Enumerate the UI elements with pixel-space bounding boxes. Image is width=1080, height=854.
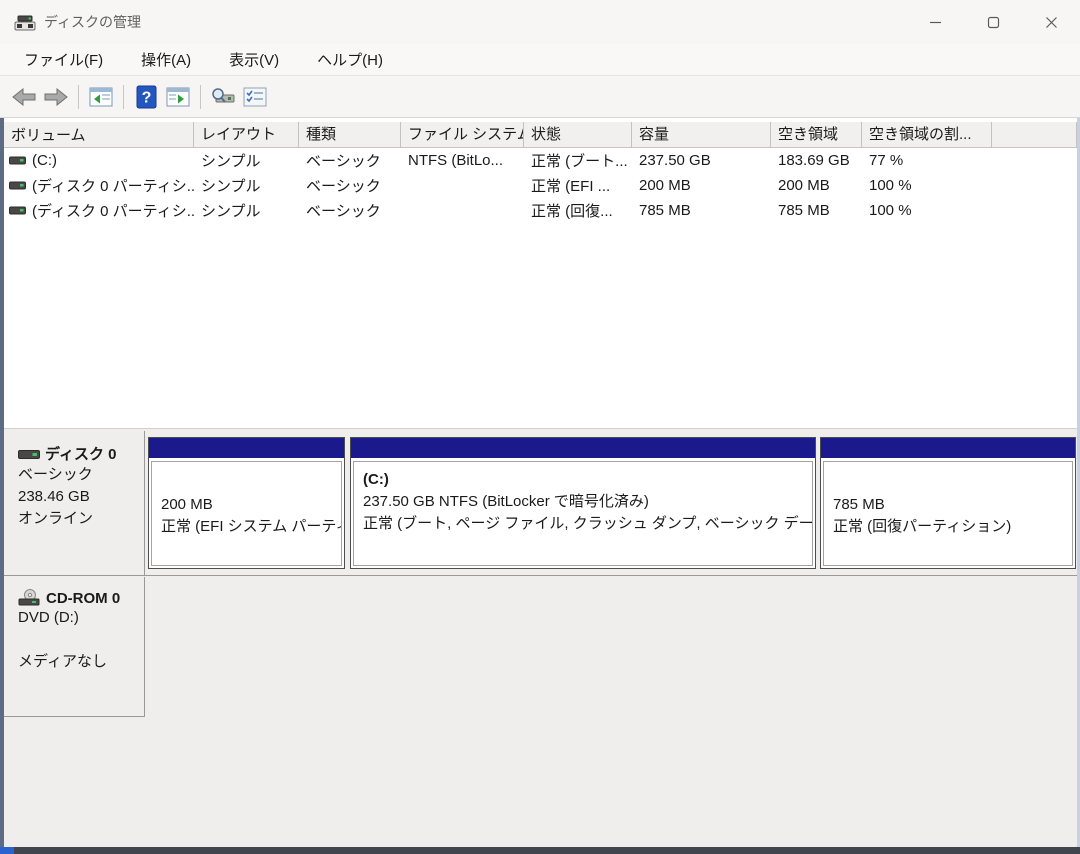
- table-row-volume-recovery[interactable]: (ディスク 0 パーティシ... シンプル ベーシック 正常 (回復... 78…: [4, 198, 1077, 223]
- capacity-cell: 785 MB: [639, 202, 691, 219]
- disk0-size: 238.46 GB: [18, 488, 90, 505]
- capacity-cell: 237.50 GB: [639, 152, 711, 169]
- action-pane-window-icon[interactable]: [162, 82, 194, 112]
- partition-efi-header: [149, 438, 344, 458]
- partition-recovery[interactable]: 785 MB 正常 (回復パーティション): [820, 437, 1076, 569]
- status-cell: 正常 (EFI ...: [531, 178, 611, 195]
- capacity-cell: 200 MB: [639, 177, 691, 194]
- table-row-volume-efi[interactable]: (ディスク 0 パーティシ... シンプル ベーシック 正常 (EFI ... …: [4, 173, 1077, 198]
- column-header-filesystem[interactable]: ファイル システム: [401, 122, 524, 148]
- column-header-free-percent[interactable]: 空き領域の割...: [862, 122, 992, 148]
- partition-efi[interactable]: 200 MB 正常 (EFI システム パーティシ: [148, 437, 345, 569]
- volume-rows: (C:) シンプル ベーシック NTFS (BitLo... 正常 (ブート..…: [4, 148, 1077, 428]
- partition-efi-body: 200 MB 正常 (EFI システム パーティシ: [151, 461, 342, 566]
- help-icon[interactable]: ?: [130, 82, 162, 112]
- column-header-filler: [992, 122, 1077, 148]
- cdrom-label-panel[interactable]: CD-ROM 0 DVD (D:) メディアなし: [4, 577, 145, 717]
- toolbar-separator: [78, 85, 79, 109]
- layout-cell: シンプル: [201, 203, 261, 220]
- disk-management-app-icon: [14, 15, 36, 31]
- layout-cell: シンプル: [201, 153, 261, 170]
- partition-size: 785 MB: [833, 496, 885, 513]
- window-title: ディスクの管理: [44, 14, 142, 30]
- hard-disk-icon: [18, 449, 40, 459]
- volume-name-cell: (ディスク 0 パーティシ...: [4, 175, 194, 196]
- volume-list-pane: ボリューム レイアウト 種類 ファイル システム 状態 容量 空き領域 空き領域…: [4, 118, 1077, 428]
- type-cell: ベーシック: [306, 203, 381, 220]
- menu-action[interactable]: 操作(A): [129, 45, 203, 74]
- minimize-button[interactable]: [906, 0, 964, 44]
- partition-size: 237.50 GB NTFS (BitLocker で暗号化済み): [363, 493, 649, 510]
- partition-c-body: (C:) 237.50 GB NTFS (BitLocker で暗号化済み) 正…: [353, 461, 813, 566]
- type-cell: ベーシック: [306, 178, 381, 195]
- partition-c-header: [351, 438, 815, 458]
- disk0-type: ベーシック: [18, 466, 93, 483]
- menu-view[interactable]: 表示(V): [217, 45, 291, 74]
- disk-management-window: ディスクの管理 ファイル(F) 操作(A) 表示(V) ヘルプ(H) ? ボリュ…: [0, 0, 1080, 854]
- disk0-status: オンライン: [18, 510, 94, 527]
- properties-list-icon[interactable]: [239, 82, 271, 112]
- cdrom-drive: DVD (D:): [18, 609, 79, 626]
- free-space-cell: 785 MB: [778, 202, 830, 219]
- cdrom-name: CD-ROM 0: [46, 589, 121, 607]
- type-cell: ベーシック: [306, 153, 381, 170]
- disk0-row: ディスク 0 ベーシック 238.46 GB オンライン 200 MB 正常 (…: [4, 431, 1077, 576]
- console-tree-window-icon[interactable]: [85, 82, 117, 112]
- graphical-view-pane: ディスク 0 ベーシック 238.46 GB オンライン 200 MB 正常 (…: [4, 428, 1077, 788]
- menu-help[interactable]: ヘルプ(H): [305, 45, 395, 74]
- svg-text:?: ?: [141, 90, 151, 107]
- cdrom-row: CD-ROM 0 DVD (D:) メディアなし: [4, 577, 1077, 717]
- volume-list-header: ボリューム レイアウト 種類 ファイル システム 状態 容量 空き領域 空き領域…: [4, 122, 1077, 148]
- back-arrow-icon[interactable]: [8, 82, 40, 112]
- title-bar: ディスクの管理: [0, 0, 1080, 44]
- layout-cell: シンプル: [201, 178, 261, 195]
- volume-name-cell: (ディスク 0 パーティシ...: [4, 200, 194, 221]
- partition-status: 正常 (ブート, ページ ファイル, クラッシュ ダンプ, ベーシック データ …: [363, 515, 813, 532]
- partition-recovery-header: [821, 438, 1075, 458]
- window-bottom-edge: [0, 847, 1080, 854]
- forward-arrow-icon[interactable]: [40, 82, 72, 112]
- free-percent-cell: 100 %: [869, 177, 912, 194]
- window-corner-accent: [0, 847, 14, 854]
- column-header-capacity[interactable]: 容量: [632, 122, 771, 148]
- free-percent-cell: 77 %: [869, 152, 904, 169]
- disk-inspect-icon[interactable]: [207, 82, 239, 112]
- column-header-layout[interactable]: レイアウト: [194, 122, 299, 148]
- cd-rom-icon: [18, 589, 40, 606]
- column-header-type[interactable]: 種類: [299, 122, 401, 148]
- disk0-name: ディスク 0: [45, 446, 117, 463]
- filesystem-cell: NTFS (BitLo...: [408, 152, 504, 169]
- window-controls: [906, 0, 1080, 44]
- toolbar-separator: [123, 85, 124, 109]
- free-space-cell: 200 MB: [778, 177, 830, 194]
- toolbar: ?: [0, 77, 1080, 118]
- maximize-button[interactable]: [964, 0, 1022, 44]
- column-header-free-space[interactable]: 空き領域: [771, 122, 862, 148]
- status-cell: 正常 (回復...: [531, 203, 613, 220]
- status-cell: 正常 (ブート...: [531, 153, 628, 170]
- partition-drive-letter: (C:): [363, 471, 389, 488]
- volume-name-cell: (C:): [4, 152, 194, 169]
- partition-c[interactable]: (C:) 237.50 GB NTFS (BitLocker で暗号化済み) 正…: [350, 437, 816, 569]
- volume-disk-icon: [9, 181, 26, 190]
- partition-status: 正常 (EFI システム パーティシ: [161, 518, 341, 535]
- toolbar-separator: [200, 85, 201, 109]
- free-percent-cell: 100 %: [869, 202, 912, 219]
- column-header-status[interactable]: 状態: [524, 122, 632, 148]
- volume-disk-icon: [9, 156, 26, 165]
- main-content: ボリューム レイアウト 種類 ファイル システム 状態 容量 空き領域 空き領域…: [4, 118, 1077, 847]
- menu-bar: ファイル(F) 操作(A) 表示(V) ヘルプ(H): [0, 44, 1080, 76]
- close-button[interactable]: [1022, 0, 1080, 44]
- partition-status: 正常 (回復パーティション): [833, 518, 1012, 535]
- disk0-label-panel[interactable]: ディスク 0 ベーシック 238.46 GB オンライン: [4, 431, 145, 575]
- menu-file[interactable]: ファイル(F): [12, 45, 115, 74]
- partition-size: 200 MB: [161, 496, 213, 513]
- free-space-cell: 183.69 GB: [778, 152, 850, 169]
- volume-disk-icon: [9, 206, 26, 215]
- partition-recovery-body: 785 MB 正常 (回復パーティション): [823, 461, 1073, 566]
- cdrom-media: メディアなし: [18, 653, 107, 670]
- column-header-volume[interactable]: ボリューム: [4, 122, 194, 148]
- table-row-volume-c[interactable]: (C:) シンプル ベーシック NTFS (BitLo... 正常 (ブート..…: [4, 148, 1077, 173]
